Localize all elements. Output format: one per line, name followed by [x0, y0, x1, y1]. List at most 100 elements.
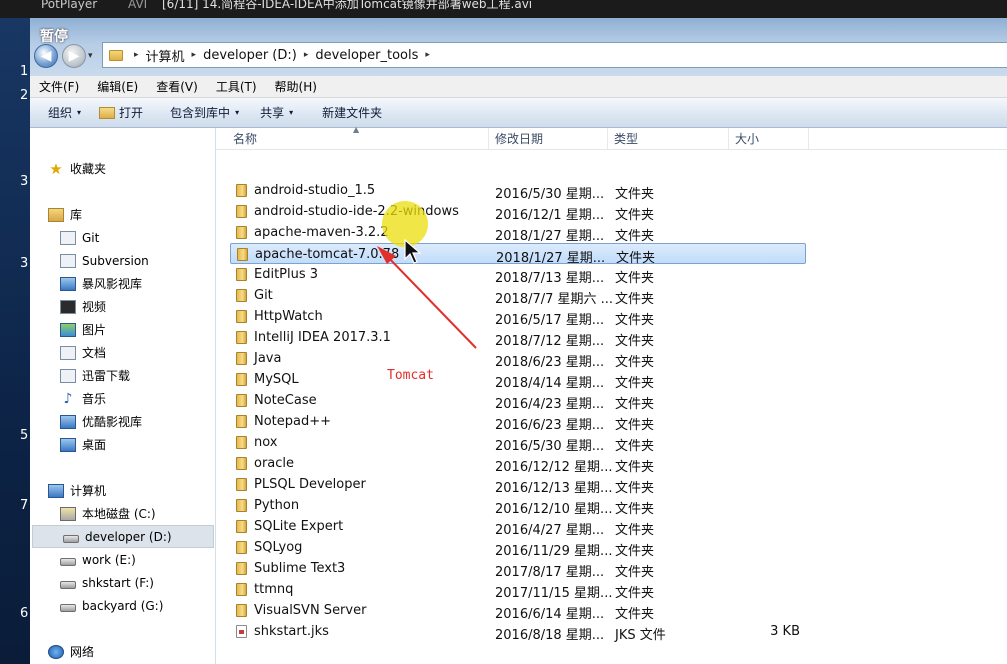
forward-button[interactable]: ▶ — [62, 44, 86, 68]
open-folder-icon — [99, 106, 116, 119]
organize-button[interactable]: 组织 ▾ — [30, 102, 90, 124]
sidebar-item-favorites[interactable]: ★ 收藏夹 — [30, 157, 215, 180]
sidebar-item-computer[interactable]: 计算机 — [30, 479, 215, 502]
file-date: 2016/5/30 星期... — [495, 187, 605, 202]
file-row[interactable]: android-studio-ide-2.2-windows 2016/12/1 … — [230, 201, 806, 223]
column-header-date[interactable]: 修改日期 — [489, 128, 608, 150]
breadcrumb-drive[interactable]: developer (D:) — [203, 48, 297, 63]
breadcrumb-chevron-icon[interactable]: ▸ — [304, 50, 309, 60]
breadcrumb-chevron-icon[interactable]: ▸ — [134, 50, 139, 60]
breadcrumb-chevron-icon[interactable]: ▸ — [192, 50, 197, 60]
sidebar-item-music[interactable]: ♪ 音乐 — [30, 387, 215, 410]
file-row[interactable]: NoteCase 2016/4/23 星期... 文件夹 — [230, 390, 806, 412]
file-size: 3 KB — [770, 624, 800, 639]
open-button[interactable]: 打开 — [90, 102, 152, 124]
file-name: EditPlus 3 — [254, 267, 319, 282]
sidebar-item-drive-d[interactable]: developer (D:) — [32, 525, 214, 548]
file-row[interactable]: ttmnq 2017/11/15 星期... 文件夹 — [230, 579, 806, 601]
folder-icon — [236, 415, 247, 428]
file-row[interactable]: oracle 2016/12/12 星期... 文件夹 — [230, 453, 806, 475]
address-bar[interactable]: ▸ 计算机 ▸ developer (D:) ▸ developer_tools… — [102, 42, 1007, 68]
file-row[interactable]: IntelliJ IDEA 2017.3.1 2018/7/12 星期... 文件夹 — [230, 327, 806, 349]
breadcrumb-computer[interactable]: 计算机 — [146, 46, 185, 65]
file-row[interactable]: Java 2018/6/23 星期... 文件夹 — [230, 348, 806, 370]
sidebar-item-subversion[interactable]: Subversion — [30, 249, 215, 272]
sidebar-item-pictures[interactable]: 图片 — [30, 318, 215, 341]
menu-file[interactable]: 文件(F) — [30, 78, 88, 95]
menu-view[interactable]: 查看(V) — [147, 78, 207, 95]
share-button[interactable]: 共享 ▾ — [248, 102, 302, 124]
file-type: 文件夹 — [615, 229, 655, 244]
column-header-type[interactable]: 类型 — [608, 128, 729, 150]
player-app-name: PotPlayer — [41, 0, 98, 11]
file-row[interactable]: Python 2016/12/10 星期... 文件夹 — [230, 495, 806, 517]
recent-pages-dropdown-icon[interactable]: ▾ — [88, 51, 98, 61]
menu-tools[interactable]: 工具(T) — [207, 78, 266, 95]
file-name: IntelliJ IDEA 2017.3.1 — [254, 330, 391, 345]
file-row[interactable]: SQLite Expert 2016/4/27 星期... 文件夹 — [230, 516, 806, 538]
column-header-name[interactable]: 名称 — [216, 128, 489, 150]
file-type: 文件夹 — [615, 481, 655, 496]
folder-icon — [236, 184, 247, 197]
sidebar-item-drive-e[interactable]: work (E:) — [30, 548, 215, 571]
folder-icon — [236, 310, 247, 323]
file-row[interactable]: VisualSVN Server 2016/6/14 星期... 文件夹 — [230, 600, 806, 622]
sidebar-item-drive-f[interactable]: shkstart (F:) — [30, 571, 215, 594]
sidebar-item-baofeng[interactable]: 暴风影视库 — [30, 272, 215, 295]
file-type: 文件夹 — [615, 523, 655, 538]
file-date: 2016/8/18 星期... — [495, 628, 605, 643]
file-row[interactable]: nox 2016/5/30 星期... 文件夹 — [230, 432, 806, 454]
file-row[interactable]: EditPlus 3 2018/7/13 星期... 文件夹 — [230, 264, 806, 286]
sidebar-item-libraries[interactable]: 库 — [30, 203, 215, 226]
file-row[interactable]: android-studio_1.5 2016/5/30 星期... 文件夹 — [230, 180, 806, 202]
menu-edit[interactable]: 编辑(E) — [88, 78, 147, 95]
sidebar-item-xunlei[interactable]: 迅雷下载 — [30, 364, 215, 387]
folder-icon — [236, 205, 247, 218]
sidebar-item-label: Git — [82, 230, 100, 245]
breadcrumb-chevron-icon[interactable]: ▸ — [425, 50, 430, 60]
file-row[interactable]: PLSQL Developer 2016/12/13 星期... 文件夹 — [230, 474, 806, 496]
sidebar-item-documents[interactable]: 文档 — [30, 341, 215, 364]
file-type: 文件夹 — [615, 544, 655, 559]
file-date: 2018/7/12 星期... — [495, 334, 605, 349]
file-row[interactable]: apache-maven-3.2.2 2018/1/27 星期... 文件夹 — [230, 222, 806, 244]
file-row[interactable]: SQLyog 2016/11/29 星期... 文件夹 — [230, 537, 806, 559]
file-row[interactable]: HttpWatch 2016/5/17 星期... 文件夹 — [230, 306, 806, 328]
back-button[interactable]: ◀ — [34, 44, 58, 68]
file-name: ttmnq — [254, 582, 294, 597]
file-date: 2016/4/23 星期... — [495, 397, 605, 412]
sidebar-item-drive-g[interactable]: backyard (G:) — [30, 594, 215, 617]
sidebar-item-git[interactable]: Git — [30, 226, 215, 249]
sidebar-item-youku[interactable]: 优酷影视库 — [30, 410, 215, 433]
sidebar-item-label: 桌面 — [82, 438, 107, 452]
new-folder-button[interactable]: 新建文件夹 — [302, 102, 391, 124]
column-header-size[interactable]: 大小 — [729, 128, 809, 150]
sidebar-item-label: 暴风影视库 — [82, 277, 143, 291]
sidebar-item-desktop[interactable]: 桌面 — [30, 433, 215, 456]
file-row[interactable]: Notepad++ 2016/6/23 星期... 文件夹 — [230, 411, 806, 433]
video-library-icon — [60, 276, 76, 291]
file-row[interactable]: Git 2018/7/7 星期六 ... 文件夹 — [230, 285, 806, 307]
file-date: 2016/12/13 星期... — [495, 481, 613, 496]
sidebar-item-drive-c[interactable]: 本地磁盘 (C:) — [30, 502, 215, 525]
file-row[interactable]: Sublime Text3 2017/8/17 星期... 文件夹 — [230, 558, 806, 580]
breadcrumb-folder[interactable]: developer_tools — [315, 48, 418, 63]
sidebar-item-label: 文档 — [82, 346, 107, 360]
include-in-library-button[interactable]: 包含到库中 ▾ — [152, 102, 248, 124]
file-date: 2018/6/23 星期... — [495, 355, 605, 370]
file-type: 文件夹 — [615, 187, 655, 202]
drive-icon — [60, 557, 76, 566]
sidebar-item-label: 视频 — [82, 300, 107, 314]
file-row[interactable]: apache-tomcat-7.0.78 2018/1/27 星期... 文件夹 — [230, 243, 806, 266]
sidebar-item-network[interactable]: 网络 — [30, 640, 215, 663]
file-date: 2016/5/30 星期... — [495, 439, 605, 454]
player-title-bar: PotPlayer AVI [6/11] 14.简程谷-IDEA-IDEA中添加… — [0, 0, 1007, 18]
sidebar-item-videos[interactable]: 视频 — [30, 295, 215, 318]
file-row[interactable]: MySQL 2018/4/14 星期... 文件夹 — [230, 369, 806, 391]
desktop-edge-label: 1 — [20, 64, 29, 79]
menu-help[interactable]: 帮助(H) — [266, 78, 326, 95]
file-type: 文件夹 — [615, 376, 655, 391]
file-type: 文件夹 — [615, 271, 655, 286]
file-type: 文件夹 — [615, 502, 655, 517]
file-row[interactable]: shkstart.jks 2016/8/18 星期... JKS 文件 3 KB — [230, 621, 806, 643]
